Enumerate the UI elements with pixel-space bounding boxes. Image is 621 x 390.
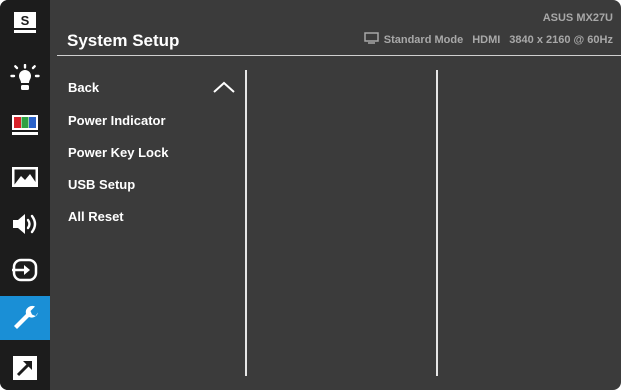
sidebar-item-input[interactable] xyxy=(0,248,50,292)
shortcut-arrow-icon xyxy=(12,355,38,381)
sidebar-item-image[interactable] xyxy=(0,155,50,199)
color-bars-icon xyxy=(11,114,39,136)
input-select-icon xyxy=(11,257,39,283)
status-bar: Standard Mode HDMI 3840 x 2160 @ 60Hz xyxy=(363,32,613,47)
resolution-label: 3840 x 2160 @ 60Hz xyxy=(509,33,613,46)
menu-item-all-reset[interactable]: All Reset xyxy=(68,209,124,224)
sidebar: S xyxy=(0,0,50,390)
menu-item-back[interactable]: Back xyxy=(68,80,99,95)
splendid-letter: S xyxy=(21,13,30,28)
column-divider-2 xyxy=(436,70,438,376)
brightness-icon xyxy=(10,64,40,96)
sidebar-item-shortcut[interactable] xyxy=(0,346,50,390)
menu-item-usb-setup[interactable]: USB Setup xyxy=(68,177,135,192)
column-divider-1 xyxy=(245,70,247,376)
image-icon xyxy=(11,166,39,188)
splendid-s-icon: S xyxy=(12,10,38,34)
menu-item-power-indicator[interactable]: Power Indicator xyxy=(68,113,166,128)
mode-label: Standard Mode xyxy=(383,33,464,46)
osd-menu: S System Setup ASUS MX27U Standard Mode … xyxy=(0,0,621,390)
header-divider xyxy=(57,55,621,56)
input-label: HDMI xyxy=(472,33,501,46)
sidebar-item-splendid[interactable]: S xyxy=(0,0,50,44)
sidebar-item-sound[interactable] xyxy=(0,202,50,246)
page-title: System Setup xyxy=(67,31,180,50)
sidebar-item-system-setup[interactable] xyxy=(0,296,50,340)
model-name: ASUS MX27U xyxy=(542,12,613,24)
monitor-icon xyxy=(363,32,379,47)
menu-item-power-key-lock[interactable]: Power Key Lock xyxy=(68,145,168,160)
sound-icon xyxy=(11,212,39,236)
sidebar-item-color[interactable] xyxy=(0,103,50,147)
wrench-icon xyxy=(11,304,39,332)
chevron-up-icon[interactable] xyxy=(212,80,236,99)
sidebar-item-brightness[interactable] xyxy=(0,58,50,102)
